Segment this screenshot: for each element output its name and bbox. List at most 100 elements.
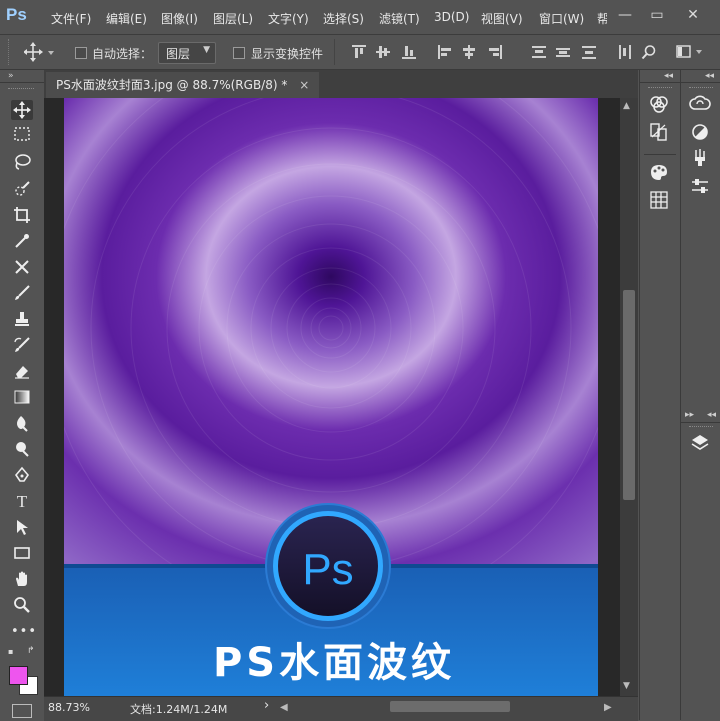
align-left-icon[interactable]	[438, 45, 452, 59]
scroll-down-icon[interactable]: ▼	[623, 681, 630, 691]
stamp-icon[interactable]	[11, 310, 33, 330]
lasso-icon[interactable]	[11, 153, 33, 173]
hand-icon[interactable]	[11, 570, 33, 590]
menu-edit[interactable]: 编辑(E)	[106, 10, 147, 27]
distribute-top-icon[interactable]	[532, 45, 546, 59]
search-icon[interactable]	[641, 44, 657, 60]
show-transform-checkbox[interactable]	[233, 47, 245, 59]
eraser-icon[interactable]	[11, 362, 33, 382]
align-right-icon[interactable]	[488, 45, 502, 59]
divider	[644, 154, 676, 155]
foreground-color-swatch[interactable]	[9, 666, 28, 685]
brush-icon[interactable]	[11, 284, 33, 304]
healing-icon[interactable]	[11, 258, 33, 278]
blur-icon[interactable]	[11, 414, 33, 434]
align-hcenter-icon[interactable]	[462, 45, 476, 59]
brush-preset-icon[interactable]	[689, 148, 711, 170]
dodge-icon[interactable]	[11, 440, 33, 460]
badge-text: Ps	[302, 545, 353, 594]
collapse-arrows-icon[interactable]: ◂◂	[707, 410, 716, 420]
layers-icon[interactable]	[689, 433, 711, 455]
close-tab-icon[interactable]: ×	[299, 78, 309, 92]
dropdown-value: 图层	[166, 47, 191, 61]
crop-icon[interactable]	[11, 206, 33, 226]
adjust-icon[interactable]	[648, 162, 670, 184]
swap-colors-icon[interactable]: ↱	[27, 646, 35, 656]
libraries-icon[interactable]	[648, 190, 670, 212]
adjustments-icon[interactable]	[689, 176, 711, 198]
scroll-right-icon[interactable]: ▶	[604, 702, 612, 713]
move-tool-preset-icon[interactable]	[23, 41, 56, 63]
align-vcenter-icon[interactable]	[376, 45, 390, 59]
divider	[681, 422, 720, 423]
menu-image[interactable]: 图像(I)	[161, 10, 198, 27]
distribute-left-icon[interactable]	[618, 45, 632, 59]
restore-button[interactable]: ▭	[647, 6, 667, 24]
collapse-arrows-icon[interactable]: »	[8, 71, 14, 81]
scroll-left-icon[interactable]: ◀	[280, 702, 288, 713]
panel-dock-1: ◂◂	[639, 70, 680, 720]
default-colors-icon[interactable]: ▪	[8, 647, 13, 656]
distribute-bottom-icon[interactable]	[582, 45, 596, 59]
more-icon[interactable]: •••	[11, 622, 36, 642]
status-bar: 88.73% 文档:1.24M/1.24M › ◀ ▶	[44, 696, 638, 721]
collapse-arrows-icon[interactable]: ◂◂	[705, 71, 714, 81]
gradient-icon[interactable]	[11, 388, 33, 408]
quick-select-icon[interactable]	[11, 180, 33, 200]
pen-icon[interactable]	[11, 466, 33, 486]
scroll-up-icon[interactable]: ▲	[623, 101, 630, 111]
auto-select-dropdown[interactable]: 图层 ▼	[158, 42, 216, 64]
tools-panel: » T ••• ↱ ▪	[0, 70, 45, 720]
menu-select[interactable]: 选择(S)	[323, 10, 364, 27]
document-tab-title: PS水面波纹封面3.jpg @ 88.7%(RGB/8) *	[56, 78, 288, 92]
distribute-vcenter-icon[interactable]	[556, 45, 570, 59]
zoom-icon[interactable]	[11, 596, 33, 616]
expand-arrows-icon[interactable]: ▸▸	[685, 410, 694, 420]
rectangle-icon[interactable]	[11, 544, 33, 564]
marquee-icon[interactable]	[11, 126, 33, 146]
menu-filter[interactable]: 滤镜(T)	[379, 10, 420, 27]
path-select-icon[interactable]	[11, 518, 33, 538]
panel-grip	[648, 87, 672, 88]
minimize-button[interactable]: —	[615, 6, 635, 24]
align-top-icon[interactable]	[352, 45, 366, 59]
type-icon[interactable]: T	[11, 492, 33, 512]
menu-bar: Ps 文件(F) 编辑(E) 图像(I) 图层(L) 文字(Y) 选择(S) 滤…	[0, 0, 720, 35]
divider	[681, 82, 720, 83]
document-info: 文档:1.24M/1.24M	[130, 703, 228, 716]
menu-view[interactable]: 视图(V)	[481, 10, 523, 27]
artwork-image: Ps PS水面波纹	[64, 98, 598, 696]
align-bottom-icon[interactable]	[402, 45, 416, 59]
menu-3d[interactable]: 3D(D)	[434, 10, 469, 24]
quick-mask-icon[interactable]	[12, 704, 32, 718]
horizontal-scroll-thumb[interactable]	[390, 701, 510, 712]
menu-layer[interactable]: 图层(L)	[213, 10, 253, 27]
swatches-icon[interactable]	[648, 122, 670, 144]
document-canvas[interactable]: Ps PS水面波纹	[64, 98, 598, 696]
show-transform-label: 显示变换控件	[251, 47, 324, 61]
history-brush-icon[interactable]	[11, 336, 33, 356]
panel-grip	[689, 426, 713, 427]
app-logo: Ps	[6, 5, 27, 24]
menu-type[interactable]: 文字(Y)	[268, 10, 309, 27]
options-bar: 自动选择： 图层 ▼ 显示变换控件	[0, 35, 720, 70]
status-menu-arrow[interactable]: ›	[264, 698, 269, 713]
move-icon[interactable]	[11, 100, 33, 120]
menu-file[interactable]: 文件(F)	[51, 10, 91, 27]
menu-window[interactable]: 窗口(W)	[539, 10, 584, 27]
document-tab[interactable]: PS水面波纹封面3.jpg @ 88.7%(RGB/8) * ×	[46, 72, 320, 98]
eyedropper-icon[interactable]	[11, 232, 33, 252]
toolbar-grip	[8, 88, 34, 92]
divider	[640, 82, 680, 83]
close-button[interactable]: ✕	[683, 6, 703, 24]
color-icon[interactable]	[648, 94, 670, 116]
collapse-arrows-icon[interactable]: ◂◂	[664, 71, 673, 81]
cc-libraries-icon[interactable]	[689, 94, 711, 116]
zoom-level[interactable]: 88.73%	[48, 701, 90, 714]
auto-select-checkbox[interactable]	[75, 47, 87, 59]
vertical-scroll-thumb[interactable]	[623, 290, 635, 500]
artwork-title: PS水面波纹	[213, 640, 455, 686]
properties-icon[interactable]	[689, 122, 711, 144]
workspace-icon[interactable]	[676, 45, 706, 59]
menu-help[interactable]: 帮	[597, 10, 607, 27]
